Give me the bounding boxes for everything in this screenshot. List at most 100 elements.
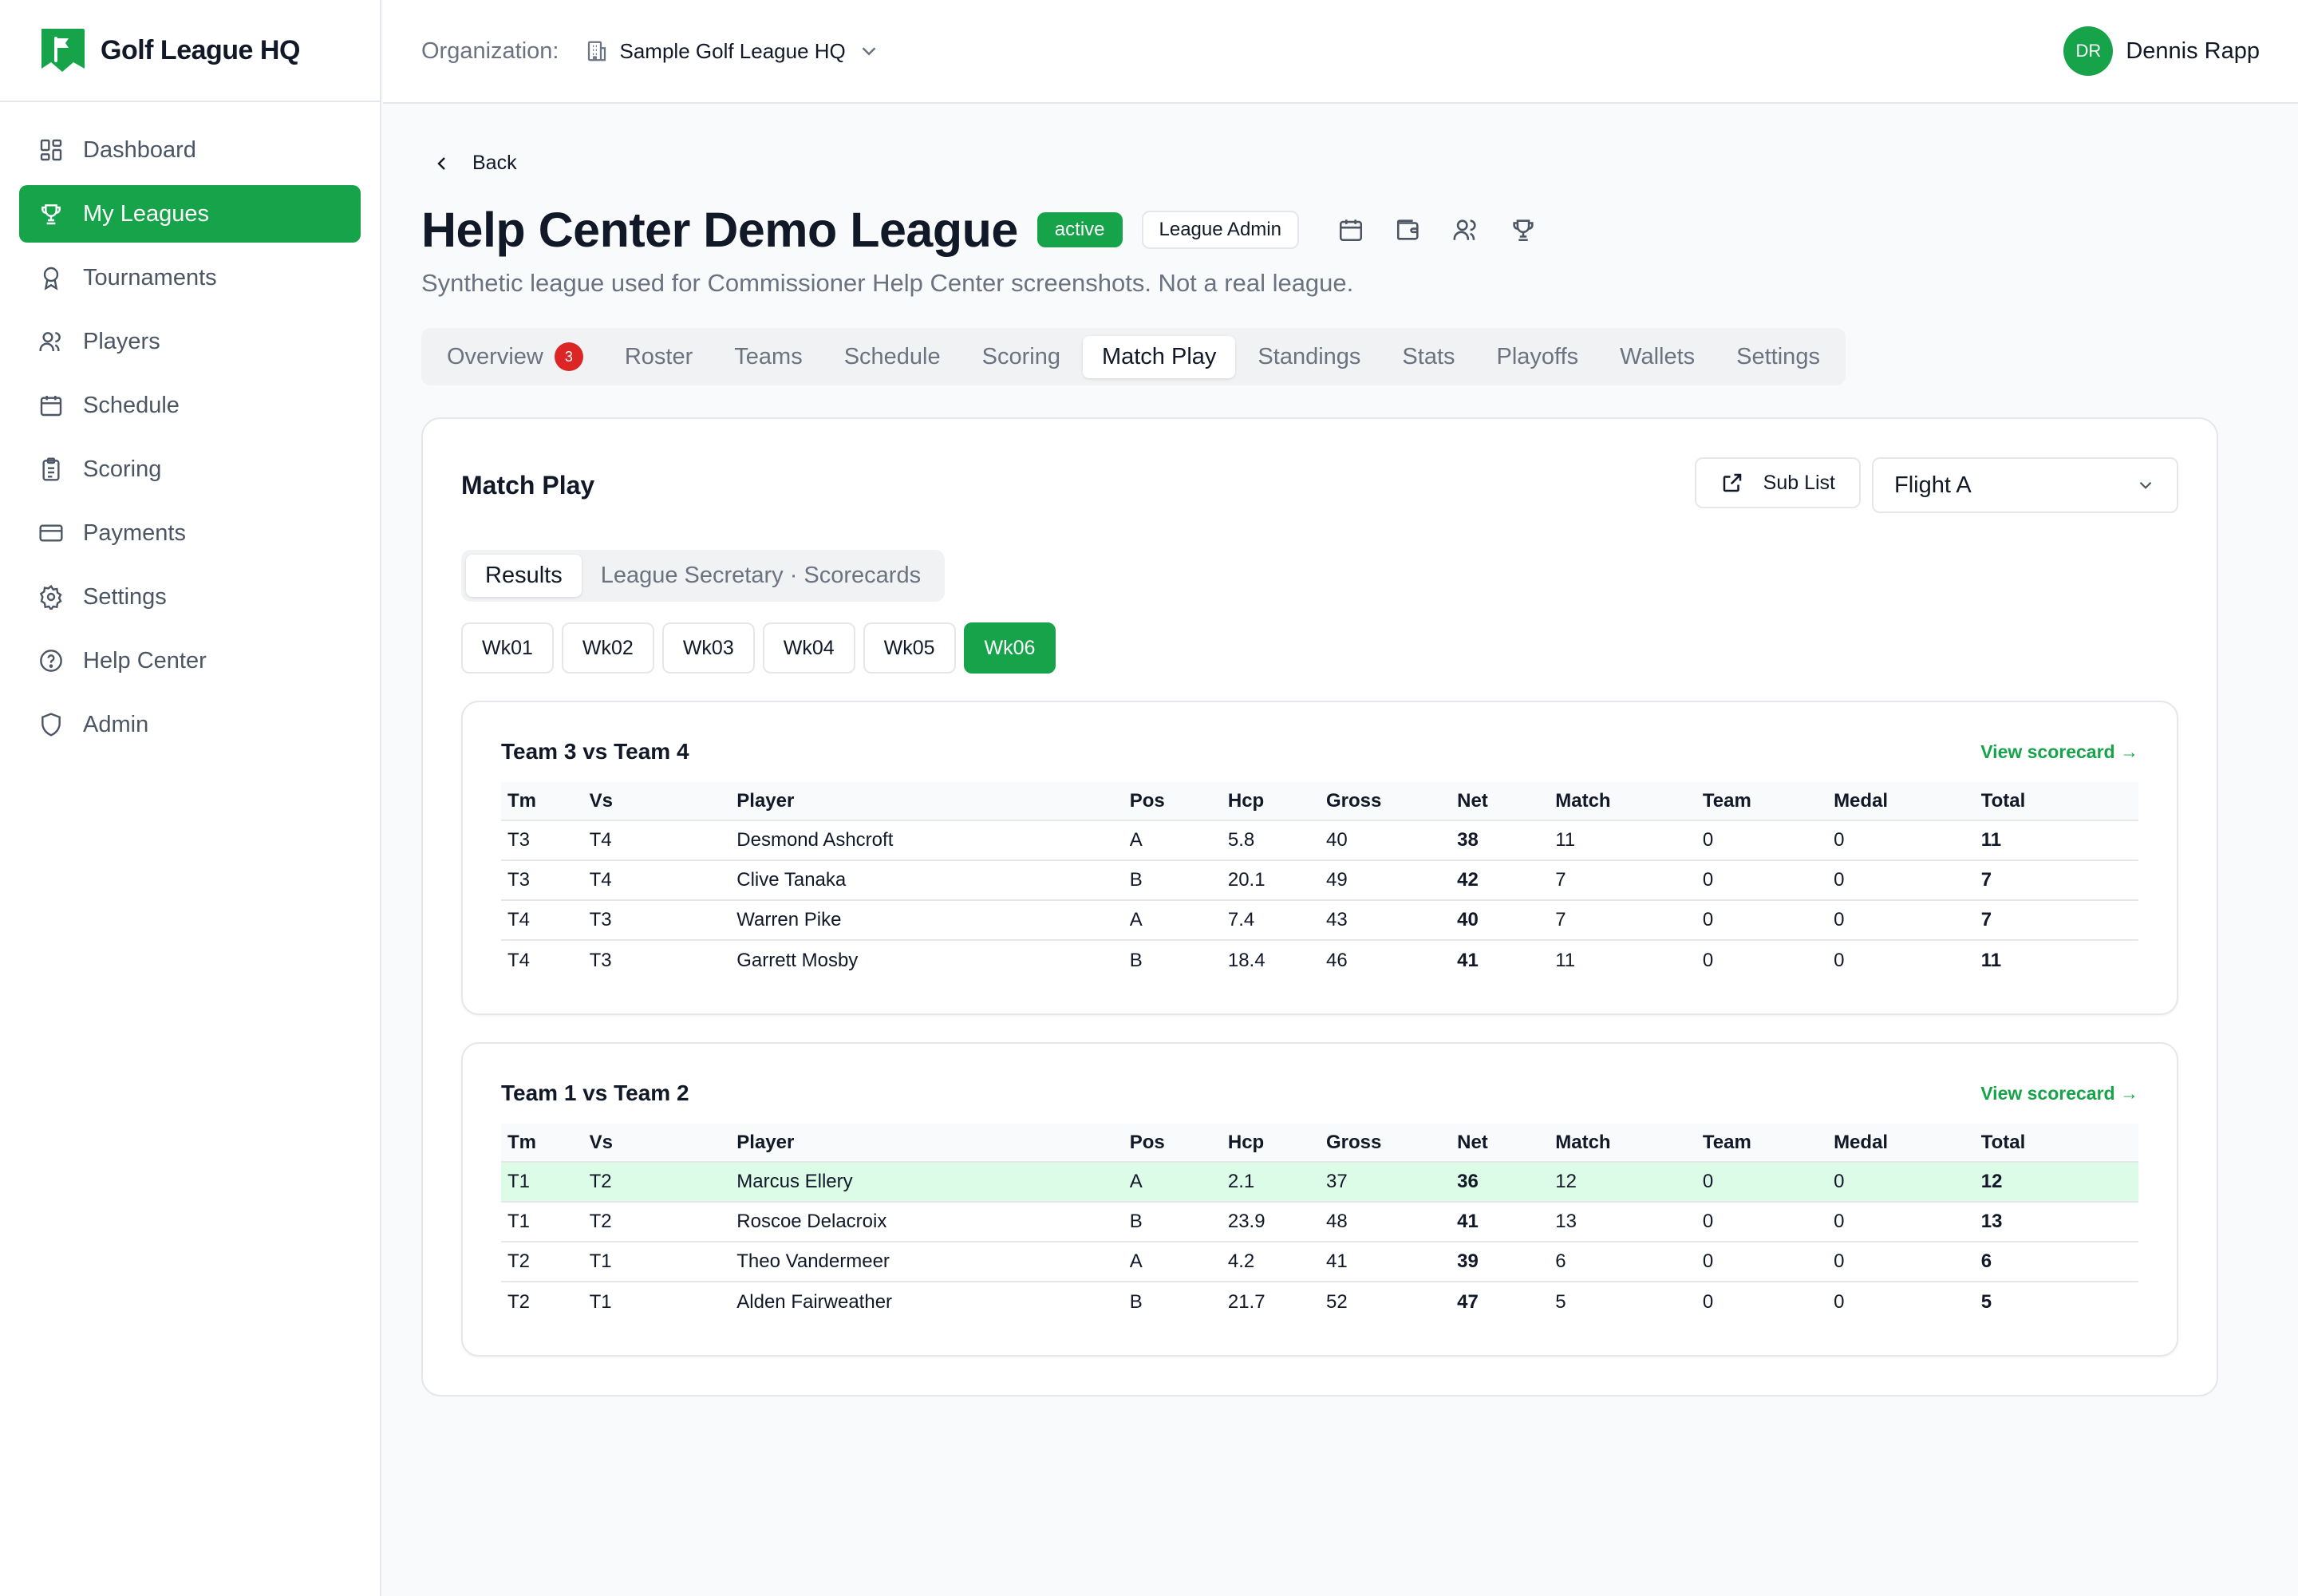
sidebar-item-admin[interactable]: Admin — [19, 696, 361, 753]
cell-tm: T3 — [501, 860, 583, 901]
org-selector[interactable]: Sample Golf League HQ — [585, 39, 881, 64]
cell-total: 13 — [1974, 1202, 2138, 1242]
wallet-icon[interactable] — [1395, 216, 1422, 243]
cell-match: 7 — [1549, 900, 1696, 941]
table-row: T3 T4 Clive Tanaka B 20.1 49 42 7 0 0 7 — [501, 860, 2138, 901]
cell-match: 11 — [1555, 949, 1576, 971]
sub-list-button[interactable]: Sub List — [1694, 457, 1861, 508]
back-button[interactable]: Back — [421, 152, 2260, 175]
table-row: T3 T4 Desmond Ashcroft A 5.8 40 38 11 0 0 11 — [501, 820, 2138, 861]
tab-label: Scoring — [981, 343, 1060, 369]
calendar-icon[interactable] — [1337, 216, 1364, 243]
cell-pos: A — [1123, 900, 1222, 941]
sidebar-item-tournaments[interactable]: Tournaments — [19, 249, 361, 306]
cell-hcp: 21.7 — [1227, 1290, 1265, 1313]
sidebar-item-dashboard[interactable]: Dashboard — [19, 121, 361, 179]
cell-player: Clive Tanaka — [730, 860, 1123, 901]
match-play-card: Match Play Sub List Flight A Results Lea… — [421, 417, 2218, 1396]
sidebar-item-label: Dashboard — [83, 136, 196, 163]
sidebar-item-help-center[interactable]: Help Center — [19, 632, 361, 689]
cell-medal: 0 — [1827, 900, 1975, 941]
cell-hcp: 20.1 — [1221, 860, 1320, 901]
match-title: Team 1 vs Team 2 — [501, 1080, 689, 1105]
tab-standings[interactable]: Standings — [1238, 336, 1380, 378]
sidebar-item-schedule[interactable]: Schedule — [19, 377, 361, 434]
cell-team: 0 — [1696, 820, 1828, 861]
cell-gross: 43 — [1319, 900, 1451, 941]
subtab-scorecards[interactable]: League Secretary · Scorecards — [582, 555, 940, 597]
week-button-wk02[interactable]: Wk02 — [561, 622, 654, 674]
cell-net: 40 — [1451, 900, 1550, 941]
topbar: Organization: Sample Golf League HQ DR D… — [383, 0, 2298, 104]
column-header: Player — [730, 1124, 1123, 1163]
sidebar-item-label: Scoring — [83, 456, 162, 482]
sidebar-item-payments[interactable]: Payments — [19, 504, 361, 562]
sidebar-item-settings[interactable]: Settings — [19, 568, 361, 626]
cell-total: 12 — [1974, 1162, 2138, 1203]
tab-overview[interactable]: Overview 3 — [428, 334, 602, 379]
sidebar-item-players[interactable]: Players — [19, 313, 361, 370]
cell-net: 47 — [1457, 1290, 1479, 1313]
flight-select[interactable]: Flight A — [1872, 457, 2178, 513]
cell-hcp: 18.4 — [1227, 949, 1265, 971]
cell-gross: 41 — [1319, 1242, 1451, 1282]
sidebar-item-label: Settings — [83, 583, 167, 610]
tab-roster[interactable]: Roster — [606, 336, 712, 378]
league-quick-actions — [1337, 216, 1537, 243]
column-header: Match — [1549, 782, 1696, 821]
tab-playoffs[interactable]: Playoffs — [1478, 336, 1598, 378]
week-button-wk01[interactable]: Wk01 — [461, 622, 554, 674]
building-icon — [587, 41, 606, 61]
org-name: Sample Golf League HQ — [619, 38, 846, 63]
column-header: Pos — [1123, 782, 1222, 821]
tab-schedule[interactable]: Schedule — [825, 336, 960, 378]
week-button-wk04[interactable]: Wk04 — [762, 622, 855, 674]
sidebar-item-my-leagues[interactable]: My Leagues — [19, 185, 361, 243]
tab-label: Roster — [624, 343, 693, 369]
sidebar-item-label: Schedule — [83, 392, 180, 418]
week-button-wk03[interactable]: Wk03 — [661, 622, 755, 674]
cell-hcp: 5.8 — [1221, 820, 1320, 861]
tab-settings[interactable]: Settings — [1717, 336, 1839, 378]
column-header: Gross — [1319, 1124, 1451, 1163]
flight-value: Flight A — [1894, 472, 1972, 498]
cell-vs: T4 — [582, 820, 731, 861]
tab-label: Settings — [1736, 343, 1820, 369]
match-card: Team 1 vs Team 2 View scorecard → Tm Vs Play… — [461, 1042, 2178, 1357]
tab-stats[interactable]: Stats — [1383, 336, 1474, 378]
column-header: Net — [1451, 1124, 1550, 1163]
tab-label: Standings — [1258, 343, 1361, 369]
sidebar-item-label: Admin — [83, 711, 149, 737]
tab-wallets[interactable]: Wallets — [1601, 336, 1714, 378]
org-label: Organization: — [421, 38, 559, 64]
trophy-icon[interactable] — [1510, 216, 1537, 243]
week-button-wk05[interactable]: Wk05 — [863, 622, 956, 674]
users-icon[interactable] — [1452, 216, 1479, 243]
brand[interactable]: Golf League HQ — [0, 0, 380, 102]
table-row: T1 T2 Roscoe Delacroix B 23.9 48 41 13 0 0 13 — [501, 1202, 2138, 1242]
tab-teams[interactable]: Teams — [715, 336, 821, 378]
sidebar: Golf League HQ Dashboard My Leagues Tour… — [0, 0, 381, 1596]
cell-total: 7 — [1974, 900, 2138, 941]
match-results-table: Tm Vs Player Pos Hcp Gross Net Match Team Medal To… — [501, 782, 2138, 980]
cell-net: 36 — [1451, 1162, 1550, 1203]
cell-team: 0 — [1702, 1290, 1714, 1313]
cell-medal: 0 — [1827, 1202, 1975, 1242]
cell-vs: T3 — [589, 949, 612, 971]
tab-label: Playoffs — [1496, 343, 1579, 369]
subtab-results[interactable]: Results — [466, 555, 582, 597]
cell-team: 0 — [1696, 900, 1828, 941]
cell-player: Warren Pike — [730, 900, 1123, 941]
sidebar-item-scoring[interactable]: Scoring — [19, 440, 361, 498]
tab-scoring[interactable]: Scoring — [963, 336, 1080, 378]
cell-match: 11 — [1549, 820, 1696, 861]
tab-match-play[interactable]: Match Play — [1082, 335, 1236, 378]
view-scorecard-link[interactable]: View scorecard → — [1980, 741, 2138, 763]
status-badge: active — [1036, 212, 1123, 247]
help-icon — [40, 650, 62, 672]
page-subtitle: Synthetic league used for Commissioner H… — [421, 269, 1354, 297]
cell-medal: 0 — [1827, 860, 1975, 901]
user-menu[interactable]: DR Dennis Rapp — [2063, 26, 2260, 76]
week-button-wk06[interactable]: Wk06 — [963, 622, 1056, 674]
view-scorecard-link[interactable]: View scorecard → — [1980, 1083, 2138, 1104]
